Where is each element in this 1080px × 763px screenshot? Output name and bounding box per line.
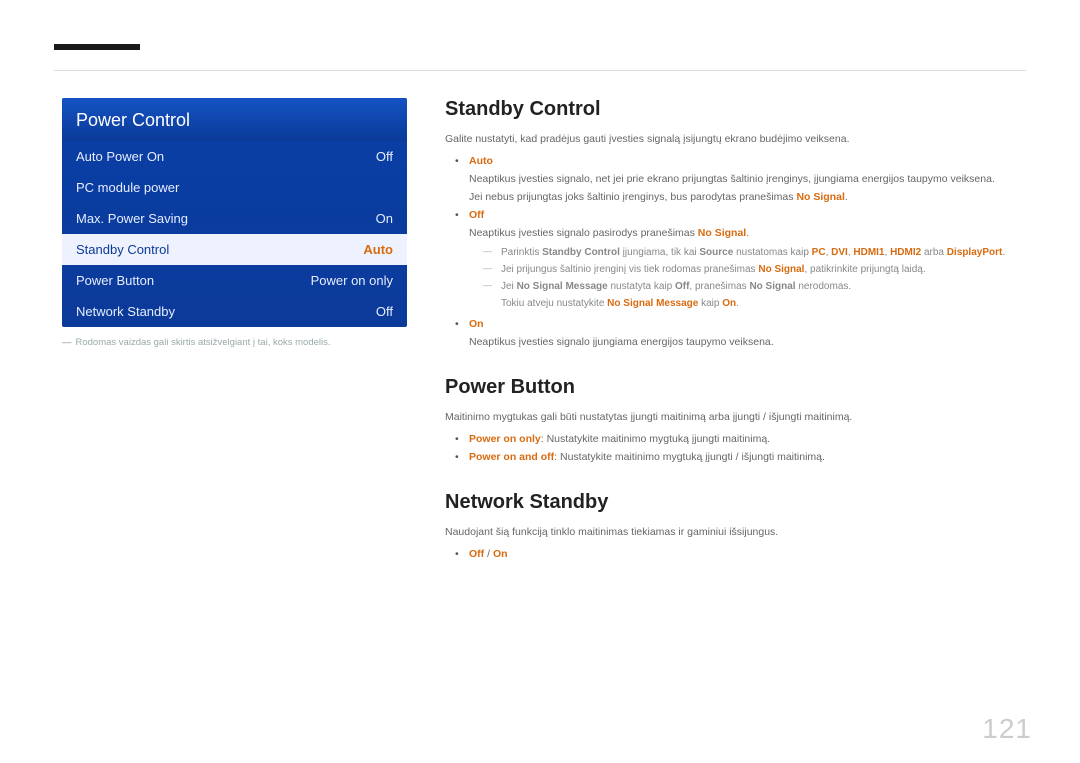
label-off: Off — [469, 209, 484, 221]
section-network-standby: Network Standby Naudojant šią funkciją t… — [445, 491, 1026, 564]
label-on: On — [469, 318, 484, 330]
off-lc: . — [746, 227, 749, 239]
menu-footnote: ― Rodomas vaizdas gali skirtis atsižvelgi… — [62, 337, 407, 349]
pb-intro: Maitinimo mygtukas gali būti nustatytas … — [445, 409, 1026, 425]
osd-item-label: Max. Power Saving — [76, 211, 188, 226]
osd-item-label: Power Button — [76, 273, 154, 288]
heading-network-standby: Network Standby — [445, 491, 1026, 514]
header-accent-bar — [54, 44, 140, 50]
off-la: Neaptikus įvesties signalo pasirodys pra… — [469, 227, 698, 239]
osd-item-label: Network Standby — [76, 304, 175, 319]
heading-power-button: Power Button — [445, 376, 1026, 399]
page-number: 121 — [982, 713, 1032, 745]
standby-bullets: Auto Neaptikus įvesties signalo, net jei… — [459, 153, 1026, 352]
osd-item-value: Power on only — [311, 273, 393, 288]
bullet-on: On Neaptikus įvesties signalo įjungiama … — [459, 316, 1026, 352]
auto-l1: Neaptikus įvesties signalo, net jei prie… — [469, 173, 995, 185]
ns-bullets: Off / On — [459, 546, 1026, 564]
footnote-text: Rodomas vaizdas gali skirtis atsižvelgia… — [76, 337, 331, 348]
osd-item-auto-power-on[interactable]: Auto Power On Off — [62, 141, 407, 172]
osd-item-pc-module-power[interactable]: PC module power — [62, 172, 407, 203]
section-power-button: Power Button Maitinimo mygtukas gali būt… — [445, 376, 1026, 467]
pb-b2: Power on and off: Nustatykite maitinimo … — [459, 449, 1026, 467]
ns-intro: Naudojant šią funkciją tinklo maitinimas… — [445, 524, 1026, 540]
section-standby-control: Standby Control Galite nustatyti, kad pr… — [445, 98, 1026, 352]
osd-item-max-power-saving[interactable]: Max. Power Saving On — [62, 203, 407, 234]
auto-l2c: . — [845, 191, 848, 203]
bullet-auto: Auto Neaptikus įvesties signalo, net jei… — [459, 153, 1026, 207]
heading-standby-control: Standby Control — [445, 98, 1026, 121]
label-auto: Auto — [469, 155, 493, 167]
dash-icon: ― — [62, 337, 72, 348]
osd-item-value: On — [376, 211, 393, 226]
osd-item-value: Auto — [363, 242, 393, 257]
ns-opt: Off / On — [459, 546, 1026, 564]
osd-item-standby-control[interactable]: Standby Control Auto — [62, 234, 407, 265]
off-sub1: Parinktis Standby Control įjungiama, tik… — [491, 244, 1026, 261]
off-sublist: Parinktis Standby Control įjungiama, tik… — [491, 244, 1026, 312]
osd-item-label: PC module power — [76, 180, 179, 195]
standby-intro: Galite nustatyti, kad pradėjus gauti įve… — [445, 131, 1026, 147]
osd-item-power-button[interactable]: Power Button Power on only — [62, 265, 407, 296]
osd-item-value: Off — [376, 304, 393, 319]
osd-menu-power-control: Power Control Auto Power On Off PC modul… — [62, 98, 407, 327]
left-column: Power Control Auto Power On Off PC modul… — [62, 98, 407, 588]
off-sub2: Jei prijungus šaltinio įrenginį vis tiek… — [491, 261, 1026, 278]
osd-item-label: Standby Control — [76, 242, 169, 257]
pb-bullets: Power on only: Nustatykite maitinimo myg… — [459, 431, 1026, 467]
osd-menu-title: Power Control — [62, 98, 407, 141]
auto-l2a: Jei nebus prijungtas joks šaltinio įreng… — [469, 191, 796, 203]
auto-l2b: No Signal — [796, 191, 844, 203]
content-columns: Power Control Auto Power On Off PC modul… — [62, 98, 1026, 588]
header-rule — [54, 70, 1026, 71]
off-sub3: Jei No Signal Message nustatyta kaip Off… — [491, 278, 1026, 312]
osd-item-network-standby[interactable]: Network Standby Off — [62, 296, 407, 327]
pb-b1: Power on only: Nustatykite maitinimo myg… — [459, 431, 1026, 449]
osd-item-label: Auto Power On — [76, 149, 164, 164]
right-column: Standby Control Galite nustatyti, kad pr… — [445, 98, 1026, 588]
osd-item-value: Off — [376, 149, 393, 164]
on-line: Neaptikus įvesties signalo įjungiama ene… — [469, 336, 774, 348]
off-lb: No Signal — [698, 227, 746, 239]
bullet-off: Off Neaptikus įvesties signalo pasirodys… — [459, 207, 1026, 313]
